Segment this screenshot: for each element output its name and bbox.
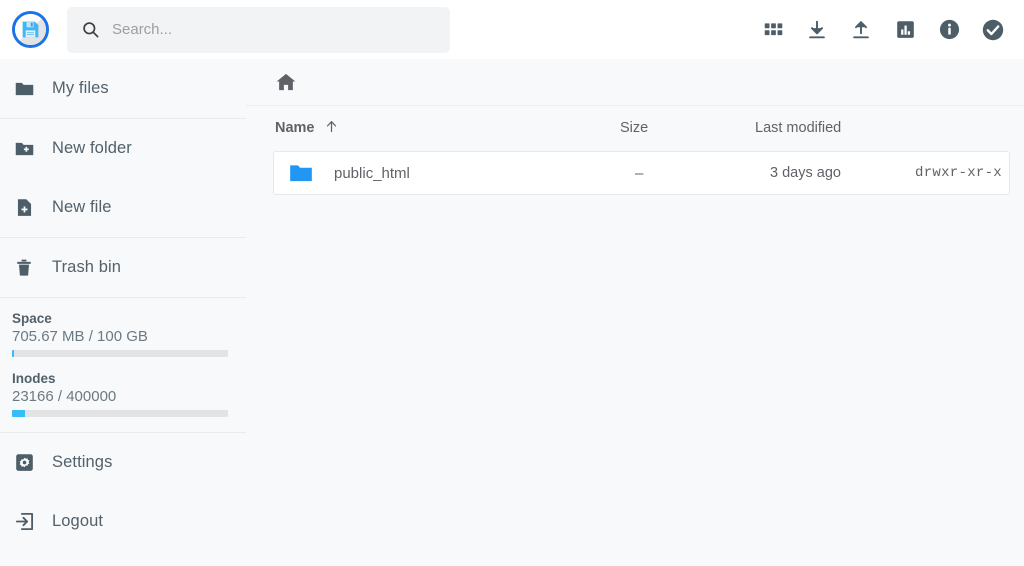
quota-space-title: Space xyxy=(12,311,228,326)
search-input[interactable] xyxy=(112,7,436,53)
sidebar-group-trash: Trash bin xyxy=(0,238,246,298)
sidebar-group-files: My files xyxy=(0,59,246,119)
sidebar-group-create: New folder New file xyxy=(0,119,246,238)
sidebar-item-label: Settings xyxy=(52,453,112,472)
check-circle-icon[interactable] xyxy=(980,17,1006,43)
sidebar-item-label: Trash bin xyxy=(52,258,121,277)
floppy-disk-icon xyxy=(12,11,49,48)
search-bar[interactable] xyxy=(67,7,450,53)
bar-chart-icon[interactable] xyxy=(892,17,918,43)
sidebar-item-new-file[interactable]: New file xyxy=(0,178,246,237)
arrow-up-icon xyxy=(324,119,339,138)
sidebar-item-label: Logout xyxy=(52,512,103,531)
column-header-size[interactable]: Size xyxy=(620,120,755,136)
quota-inodes-bar xyxy=(12,410,228,417)
home-icon[interactable] xyxy=(275,71,297,93)
sidebar-item-label: My files xyxy=(52,79,109,98)
quota-inodes-title: Inodes xyxy=(12,371,228,386)
toolbar-actions xyxy=(760,17,1024,43)
column-header-modified[interactable]: Last modified xyxy=(755,120,900,136)
folder-plus-icon xyxy=(13,138,35,160)
grid-view-icon[interactable] xyxy=(760,17,786,43)
logout-icon xyxy=(13,511,35,533)
column-header-name-label: Name xyxy=(275,120,315,136)
file-plus-icon xyxy=(13,197,35,219)
folder-icon xyxy=(13,78,35,100)
sidebar-item-label: New folder xyxy=(52,139,132,158)
sidebar-item-new-folder[interactable]: New folder xyxy=(0,119,246,178)
folder-icon xyxy=(288,160,318,186)
row-modified: 3 days ago xyxy=(770,165,915,181)
table-row[interactable]: public_html – 3 days ago drwxr-xr-x xyxy=(273,151,1010,195)
app-logo[interactable] xyxy=(0,0,60,59)
sidebar-group-account: Settings Logout xyxy=(0,433,246,551)
table-header: Name Size Last modified xyxy=(246,106,1024,150)
upload-icon[interactable] xyxy=(848,17,874,43)
quota-section: Space 705.67 MB / 100 GB Inodes 23166 / … xyxy=(0,298,246,433)
row-permissions: drwxr-xr-x xyxy=(915,165,1009,181)
quota-inodes-value: 23166 / 400000 xyxy=(12,388,228,405)
quota-space-value: 705.67 MB / 100 GB xyxy=(12,328,228,345)
quota-space-bar xyxy=(12,350,228,357)
quota-inodes: Inodes 23166 / 400000 xyxy=(12,371,228,417)
gear-icon xyxy=(13,452,35,474)
main-content: Name Size Last modified public_html – 3 … xyxy=(246,59,1024,566)
row-name: public_html xyxy=(318,165,635,182)
row-size: – xyxy=(635,165,770,182)
top-bar xyxy=(0,0,1024,59)
breadcrumb xyxy=(246,59,1024,106)
sidebar: My files New folder New file xyxy=(0,59,246,566)
info-icon[interactable] xyxy=(936,17,962,43)
column-header-name[interactable]: Name xyxy=(275,119,620,138)
sidebar-item-trash-bin[interactable]: Trash bin xyxy=(0,238,246,297)
quota-space: Space 705.67 MB / 100 GB xyxy=(12,311,228,357)
sidebar-item-label: New file xyxy=(52,198,112,217)
sidebar-item-logout[interactable]: Logout xyxy=(0,492,246,551)
download-icon[interactable] xyxy=(804,17,830,43)
search-icon xyxy=(81,20,100,39)
sidebar-item-settings[interactable]: Settings xyxy=(0,433,246,492)
sidebar-item-my-files[interactable]: My files xyxy=(0,59,246,118)
trash-icon xyxy=(13,257,35,279)
